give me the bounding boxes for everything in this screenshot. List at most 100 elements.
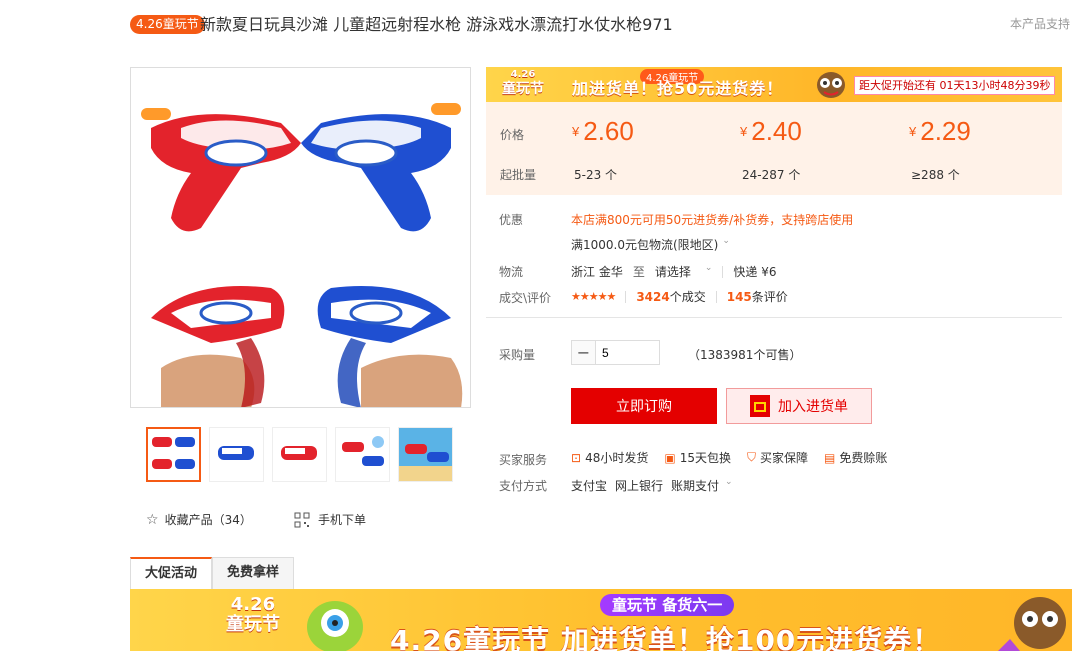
divider (715, 290, 717, 303)
alien-mascot-icon (307, 601, 363, 651)
thumbnail-5[interactable] (398, 427, 453, 482)
thumbnail-strip (146, 427, 453, 482)
main-product-image[interactable] (130, 67, 471, 408)
mobile-order[interactable]: 手机下单 (294, 511, 366, 528)
decrement-button[interactable]: − (571, 340, 596, 365)
quantity-stepper: − (571, 340, 660, 365)
activity-tabs: 大促活动 免费拿样 (130, 557, 295, 589)
thumbnail-1[interactable] (146, 427, 201, 482)
order-now-button[interactable]: 立即订购 (571, 388, 717, 424)
discount-label: 优惠 (499, 213, 524, 227)
deals-count[interactable]: 3424个成交 (636, 288, 705, 305)
tier-3-qty: ≥288 个 (911, 168, 960, 182)
deal-review-label: 成交\评价 (499, 291, 552, 305)
mascot-icon (817, 72, 845, 98)
buyer-service-label: 买家服务 (499, 453, 548, 467)
reviews-count[interactable]: 145条评价 (727, 288, 788, 305)
tab-promotion[interactable]: 大促活动 (130, 557, 213, 589)
yen-sign: ¥ (572, 124, 580, 139)
add-to-cart-label: 加入进货单 (778, 399, 848, 415)
deals-number: 3424 (636, 290, 670, 304)
banner-logo-date: 4.26 (230, 594, 276, 615)
price-panel: 价格 起批量 ¥2.60 5-23 个 ¥2.40 24-287 个 ¥2.29… (486, 102, 1062, 195)
logistics-row: 浙江 金华 至 请选择 ⌄ 快递 ¥6 (571, 263, 777, 280)
pay-online-bank[interactable]: 网上银行 (615, 477, 663, 494)
banner-subtitle: 童玩节 备货六一 (600, 594, 735, 616)
service-list: ⊡ 48小时发货 ▣ 15天包换 ⛉ 买家保障 ▤ 免费赊账 (571, 449, 887, 466)
promo-strip[interactable]: 4.26 童玩节 4.26童玩节 加进货单！抢50元进货券！ 距大促开始还有 0… (486, 67, 1062, 102)
product-title: 新款夏日玩具沙滩 儿童超远射程水枪 游泳戏水漂流打水仗水枪971 (200, 15, 673, 34)
service-exchange-label: 15天包换 (679, 451, 731, 465)
star-outline-icon: ☆ (146, 511, 159, 528)
yen-sign: ¥ (909, 124, 917, 139)
payment-label: 支付方式 (499, 479, 548, 493)
promo-headline: 加进货单！抢50元进货券！ (572, 79, 784, 98)
service-exchange[interactable]: ▣ 15天包换 (664, 449, 731, 466)
shield-icon: ⛉ (746, 450, 756, 464)
tier-3-price: ¥2.29 (909, 116, 971, 147)
banner-logo: 4.26 童玩节 (226, 595, 280, 635)
chevron-down-icon: ⌄ (722, 236, 730, 246)
service-guarantee-label: 买家保障 (759, 451, 808, 465)
tier-2-price: ¥2.40 (740, 116, 802, 147)
cart-bag-icon (750, 395, 770, 417)
destination-select-label: 请选择 (654, 265, 691, 279)
thumbnail-3[interactable] (272, 427, 327, 482)
pay-credit-term[interactable]: 账期支付 ⌄ (671, 477, 733, 494)
service-credit[interactable]: ▤ 免费赊账 (824, 449, 887, 466)
price-label: 价格 (500, 128, 525, 142)
thumbnail-2[interactable] (209, 427, 264, 482)
add-to-cart-button[interactable]: 加入进货单 (726, 388, 872, 424)
reviews-text: 条评价 (751, 290, 788, 304)
festival-logo: 4.26 童玩节 (498, 69, 548, 100)
to-text: 至 (632, 265, 645, 279)
reviews-number: 145 (726, 290, 752, 304)
payment-list: 支付宝 网上银行 账期支付 ⌄ (571, 477, 733, 494)
festival-banner[interactable]: 4.26 童玩节 童玩节 备货六一 4.26童玩节 加进货单！抢100元进货券！ (130, 589, 1072, 651)
thumbnail-4[interactable] (335, 427, 390, 482)
tab-free-sample[interactable]: 免费拿样 (212, 557, 295, 589)
logo-name: 童玩节 (502, 81, 544, 97)
divider (625, 290, 627, 303)
thumbnail-image (281, 446, 317, 460)
mascot-icon (998, 597, 1066, 651)
thumbnail-image (152, 437, 195, 469)
banner-headline: 4.26童玩节 加进货单！抢100元进货券！ (390, 624, 942, 651)
purchase-qty-label: 采购量 (499, 348, 536, 362)
divider (722, 265, 724, 278)
service-48h-label: 48小时发货 (585, 451, 649, 465)
free-shipping-dropdown[interactable]: 满1000.0元包物流(限地区) ⌄ (571, 236, 730, 253)
service-48h[interactable]: ⊡ 48小时发货 (571, 449, 648, 466)
logistics-label: 物流 (499, 265, 524, 279)
support-link[interactable]: 本产品支持 (1010, 15, 1070, 32)
destination-select[interactable]: 请选择 ⌄ (655, 263, 713, 280)
free-shipping-text: 满1000.0元包物流(限地区) (571, 238, 719, 252)
tier-3-price-value: 2.29 (920, 116, 971, 146)
mobile-order-label: 手机下单 (318, 513, 367, 527)
section-divider (486, 317, 1062, 318)
quantity-input[interactable] (596, 340, 660, 365)
service-credit-label: 免费赊账 (839, 451, 888, 465)
truck-icon: ⊡ (571, 450, 582, 465)
festival-badge: 4.26童玩节 (130, 15, 205, 34)
favorite-label: 收藏产品（34） (164, 513, 252, 527)
calendar-icon: ▣ (664, 450, 676, 465)
moq-label: 起批量 (500, 168, 537, 182)
favorite-product[interactable]: ☆ 收藏产品（34） (146, 511, 252, 528)
tier-2-price-value: 2.40 (751, 116, 802, 146)
tier-1-qty: 5-23 个 (574, 168, 618, 182)
tier-2-qty: 24-287 个 (742, 168, 801, 182)
express-fee: 快递 ¥6 (733, 265, 777, 279)
service-guarantee[interactable]: ⛉ 买家保障 (747, 449, 808, 466)
origin-text: 浙江 金华 (571, 265, 623, 279)
qr-code-icon (294, 512, 310, 527)
chevron-down-icon: ⌄ (704, 263, 713, 273)
countdown-timer: 距大促开始还有 01天13小时48分39秒 (854, 76, 1056, 95)
chevron-down-icon: ⌄ (725, 477, 733, 487)
discount-text: 本店满800元可用50元进货券/补货券，支持跨店使用 (571, 213, 854, 227)
credit-icon: ▤ (824, 450, 836, 465)
tier-1-price: ¥2.60 (572, 116, 634, 147)
pay-credit-term-label: 账期支付 (671, 479, 720, 493)
pay-alipay[interactable]: 支付宝 (571, 477, 607, 494)
tier-1-price-value: 2.60 (583, 116, 634, 146)
